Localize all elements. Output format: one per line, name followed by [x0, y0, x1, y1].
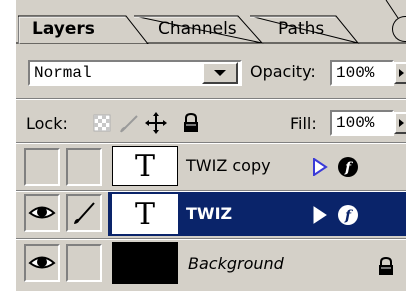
- fill-value: 100%: [336, 114, 375, 132]
- layer-name: TWIZ copy: [186, 156, 271, 175]
- window-margin: [0, 0, 16, 291]
- tab-channels[interactable]: Channels: [134, 14, 264, 44]
- effects-arrow-icon[interactable]: [312, 158, 328, 176]
- chevron-down-icon: [214, 70, 226, 76]
- layer-thumbnail: T: [112, 146, 178, 186]
- opacity-value: 100%: [336, 64, 375, 82]
- fill-input[interactable]: 100%: [330, 110, 394, 136]
- tab-bar: Layers Channels Paths: [16, 0, 406, 44]
- layer-row-twiz[interactable]: T TWIZ f: [16, 192, 406, 236]
- layers-panel: Layers Channels Paths Normal Opacity: 10…: [16, 0, 406, 291]
- layer-name: TWIZ: [186, 204, 233, 223]
- layer-thumbnail: T: [112, 194, 178, 234]
- layer-thumbnail: [112, 242, 178, 284]
- lock-position-icon[interactable]: [144, 111, 168, 135]
- visibility-toggle[interactable]: [24, 244, 60, 282]
- divider: [16, 238, 406, 240]
- chevron-right-icon: [399, 69, 404, 77]
- link-toggle[interactable]: [66, 194, 102, 232]
- visibility-toggle[interactable]: [24, 148, 60, 186]
- fill-slider-button[interactable]: [394, 112, 406, 134]
- tab-layers[interactable]: Layers: [18, 14, 150, 44]
- eye-icon: [28, 256, 56, 269]
- blend-mode-value: Normal: [34, 64, 92, 82]
- brush-icon: [74, 202, 95, 224]
- lock-transparent-icon[interactable]: [92, 112, 114, 134]
- opacity-input[interactable]: 100%: [330, 60, 394, 86]
- layer-effects-icon[interactable]: f: [336, 203, 360, 227]
- effects-arrow-icon[interactable]: [312, 206, 328, 224]
- eye-icon: [28, 206, 56, 219]
- blend-mode-dropdown-button[interactable]: [202, 62, 238, 84]
- visibility-toggle[interactable]: [24, 194, 60, 232]
- tab-paths[interactable]: Paths: [250, 14, 360, 44]
- fill-label: Fill:: [290, 114, 317, 133]
- layer-name: Background: [188, 254, 284, 273]
- divider: [16, 142, 406, 144]
- layer-row-twiz-copy[interactable]: T TWIZ copy f: [16, 146, 406, 190]
- link-toggle[interactable]: [66, 244, 102, 282]
- lock-image-icon[interactable]: [118, 112, 140, 134]
- tab-paths-label: Paths: [278, 19, 325, 39]
- lock-label: Lock:: [26, 114, 68, 133]
- tab-layers-label: Layers: [32, 19, 95, 39]
- chevron-right-icon: [399, 119, 404, 127]
- layer-effects-icon[interactable]: f: [336, 155, 360, 179]
- tab-channels-label: Channels: [158, 19, 237, 39]
- link-toggle[interactable]: [66, 148, 102, 186]
- blend-opacity-row: Normal Opacity: 100%: [16, 56, 406, 86]
- layer-row-background[interactable]: Background: [16, 242, 406, 286]
- lock-icon: [379, 256, 393, 275]
- opacity-slider-button[interactable]: [394, 62, 406, 84]
- divider: [16, 98, 406, 100]
- lock-all-icon[interactable]: [180, 111, 202, 135]
- text-layer-glyph: T: [134, 148, 155, 184]
- text-layer-glyph: T: [134, 196, 155, 232]
- opacity-label: Opacity:: [250, 62, 316, 81]
- lock-fill-row: Lock: Fill: 100%: [16, 106, 406, 140]
